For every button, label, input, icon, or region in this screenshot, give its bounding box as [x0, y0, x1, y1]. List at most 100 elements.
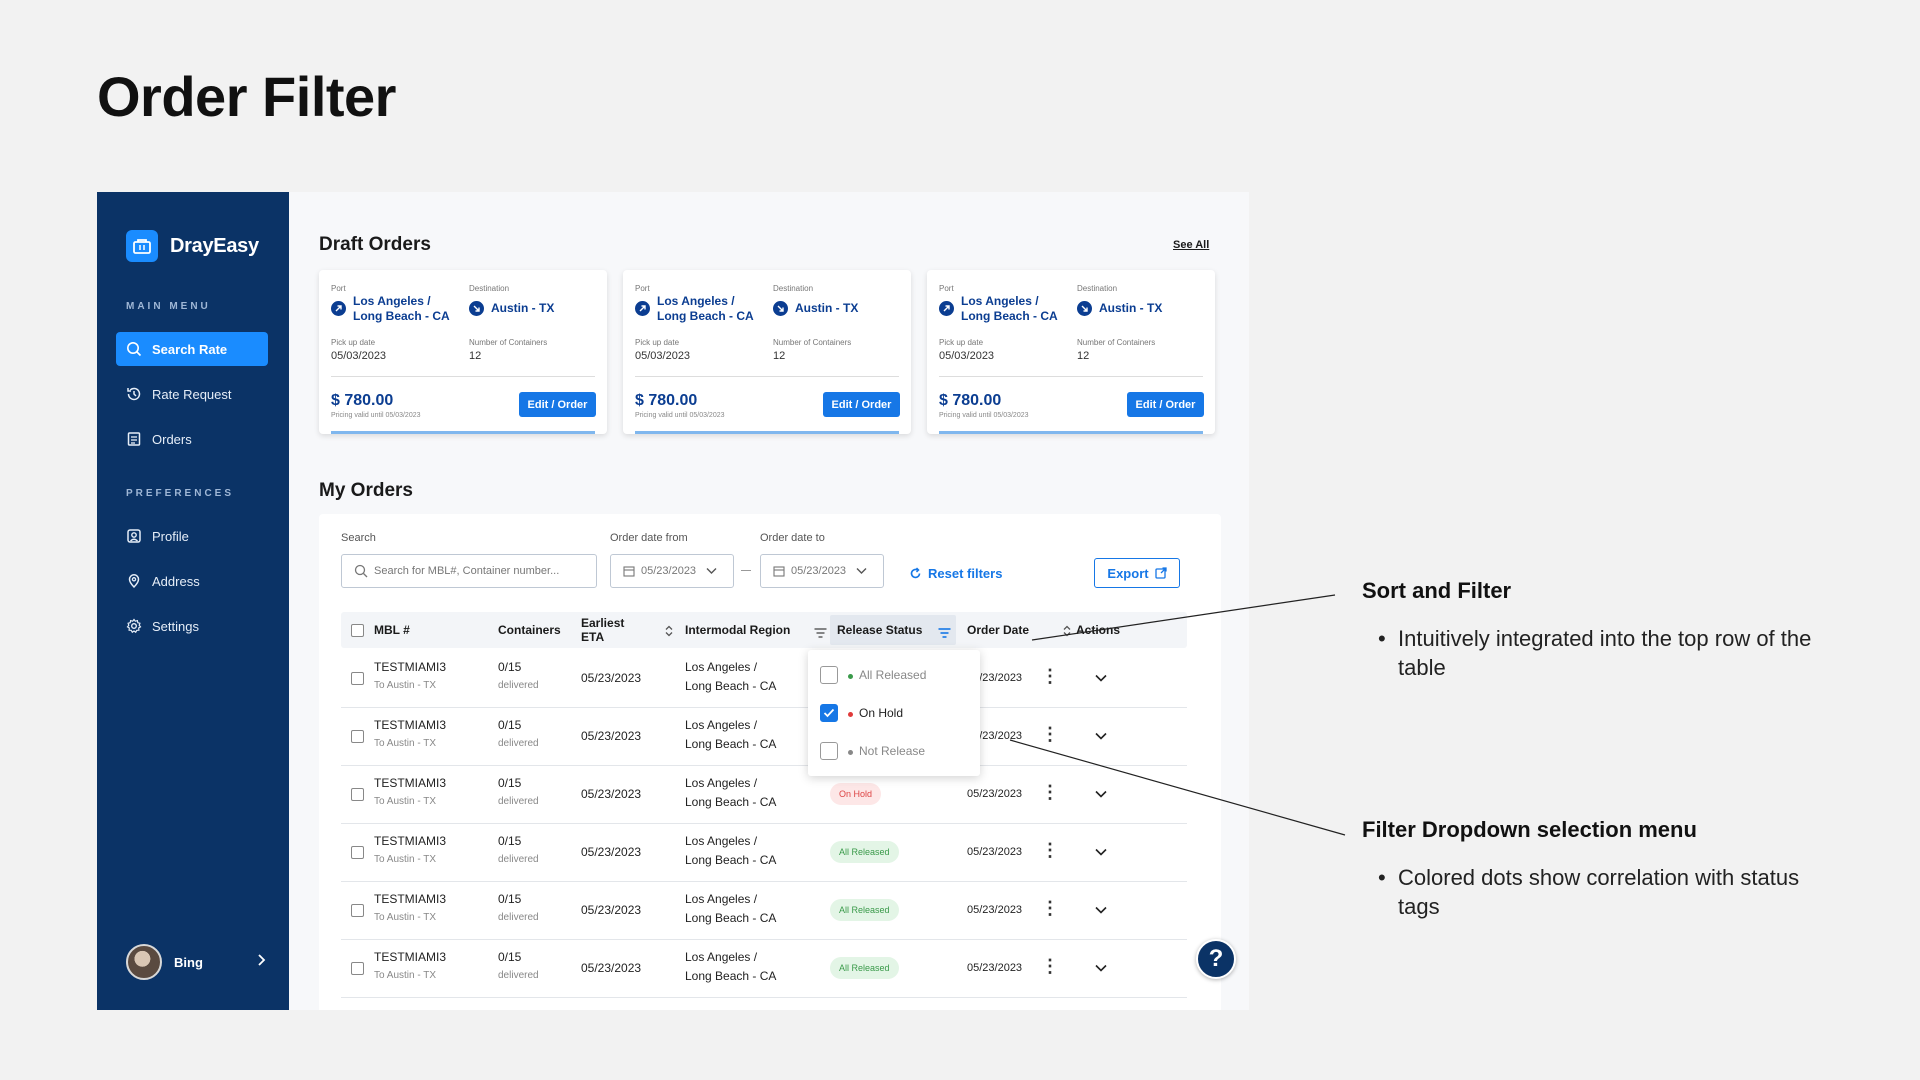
region-line2: Long Beach - CA: [685, 911, 777, 925]
port-label: Port: [939, 284, 954, 293]
arrow-down-right-icon: [469, 301, 484, 316]
destination-label: Destination: [469, 284, 510, 293]
select-all-checkbox[interactable]: [351, 612, 364, 648]
chevron-down-icon[interactable]: [1095, 727, 1107, 745]
row-checkbox[interactable]: [351, 962, 364, 975]
chevron-down-icon: [706, 567, 717, 575]
date-to-field[interactable]: 05/23/2023: [760, 554, 884, 588]
more-vertical-icon[interactable]: ⋮: [1041, 956, 1059, 977]
slide-title: Order Filter: [97, 65, 396, 128]
row-checkbox[interactable]: [351, 904, 364, 917]
table-row[interactable]: TESTMIAMI3 To Austin - TX 0/15 delivered 05/…: [341, 882, 1187, 940]
checkbox-checked[interactable]: [820, 704, 838, 722]
region-line1: Los Angeles /: [685, 718, 758, 732]
column-earliest-eta[interactable]: Earliest ETA: [581, 612, 641, 648]
sidebar-item-address[interactable]: Address: [116, 564, 268, 598]
export-button[interactable]: Export: [1094, 558, 1180, 588]
sidebar-item-rate-request[interactable]: Rate Request: [116, 377, 268, 411]
pickup-value: 05/03/2023: [939, 350, 995, 362]
row-checkbox[interactable]: [351, 672, 364, 685]
reset-filters-button[interactable]: Reset filters: [909, 566, 1002, 581]
arrow-up-right-icon: [331, 301, 346, 316]
delivered-text: delivered: [498, 680, 539, 691]
sidebar-item-search-rate[interactable]: Search Rate: [116, 332, 268, 366]
chevron-right-icon[interactable]: [256, 953, 266, 971]
status-badge: On Hold: [830, 783, 882, 805]
more-vertical-icon[interactable]: ⋮: [1041, 666, 1059, 687]
table-row[interactable]: TESTMIAMI3 To Austin - TX 0/15 delivered 05/…: [341, 940, 1187, 998]
filter-option-on-hold[interactable]: On Hold: [820, 704, 903, 722]
earliest-eta: 05/23/2023: [581, 787, 642, 801]
containers-count: 0/15: [498, 660, 522, 674]
option-text: On Hold: [859, 706, 904, 720]
table-row[interactable]: TESTMIAMI3 To Austin - TX 0/15 delivered 05/…: [341, 650, 1187, 708]
containers-label: Number of Containers: [1077, 338, 1156, 347]
order-date: 05/23/2023: [967, 788, 1023, 800]
sidebar-item-settings[interactable]: Settings: [116, 609, 268, 643]
annotation-title-sort-filter: Sort and Filter: [1362, 578, 1512, 603]
edit-order-button[interactable]: Edit / Order: [823, 392, 900, 417]
filter-option-all-released[interactable]: All Released: [820, 666, 926, 684]
chevron-down-icon[interactable]: [1095, 669, 1107, 687]
see-all-link[interactable]: See All: [1173, 239, 1209, 251]
region-line1: Los Angeles /: [685, 660, 758, 674]
destination-text: To Austin - TX: [374, 854, 437, 865]
more-vertical-icon[interactable]: ⋮: [1041, 724, 1059, 745]
chevron-down-icon[interactable]: [1095, 959, 1107, 977]
more-vertical-icon[interactable]: ⋮: [1041, 840, 1059, 861]
user-name: Bing: [174, 954, 203, 970]
annotation-bullet: Colored dots show correlation with statu…: [1378, 863, 1838, 921]
table-row[interactable]: TESTMIAMI3 To Austin - TX 0/15 delivered 05/…: [341, 824, 1187, 882]
port-label: Port: [331, 284, 346, 293]
date-to-label: Order date to: [760, 532, 825, 544]
history-icon: [126, 386, 142, 402]
option-label: Not Release: [848, 744, 925, 758]
date-to-value: 05/23/2023: [791, 565, 847, 577]
edit-order-button[interactable]: Edit / Order: [1127, 392, 1204, 417]
more-vertical-icon[interactable]: ⋮: [1041, 898, 1059, 919]
sidebar-item-label: Rate Request: [152, 386, 232, 402]
containers-count: 0/15: [498, 718, 522, 732]
port-line1: Los Angeles /: [353, 294, 431, 308]
price: $ 780.00: [331, 392, 394, 409]
date-from-field[interactable]: 05/23/2023: [610, 554, 734, 588]
containers-value: 12: [1077, 350, 1090, 362]
sidebar-item-profile[interactable]: Profile: [116, 519, 268, 553]
port-line2: Long Beach - CA: [657, 309, 754, 323]
status-dot: [848, 712, 853, 717]
logo[interactable]: DrayEasy: [126, 230, 259, 262]
checkbox[interactable]: [820, 666, 838, 684]
region-line2: Long Beach - CA: [685, 737, 777, 751]
sidebar-item-orders[interactable]: Orders: [116, 422, 268, 456]
filter-icon[interactable]: [814, 625, 827, 643]
column-release-status: Release Status: [837, 623, 923, 637]
sort-icon[interactable]: [665, 624, 673, 642]
port-line1: Los Angeles /: [961, 294, 1039, 308]
search-input[interactable]: Search for MBL#, Container number...: [341, 554, 597, 588]
destination-text: To Austin - TX: [374, 912, 437, 923]
earliest-eta: 05/23/2023: [581, 961, 642, 975]
row-checkbox[interactable]: [351, 730, 364, 743]
more-vertical-icon[interactable]: ⋮: [1041, 782, 1059, 803]
containers-count: 0/15: [498, 834, 522, 848]
pickup-label: Pick up date: [635, 338, 680, 347]
chevron-down-icon[interactable]: [1095, 785, 1107, 803]
filter-option-not-release[interactable]: Not Release: [820, 742, 925, 760]
profile-icon: [126, 528, 142, 544]
sort-icon[interactable]: [1063, 624, 1071, 642]
chevron-down-icon[interactable]: [1095, 901, 1107, 919]
row-checkbox[interactable]: [351, 846, 364, 859]
port-line2: Long Beach - CA: [353, 309, 450, 323]
user-profile[interactable]: Bing: [126, 944, 266, 980]
table-row[interactable]: TESTMIAMI3 To Austin - TX 0/15 delivered 05/…: [341, 766, 1187, 824]
chevron-down-icon[interactable]: [1095, 843, 1107, 861]
filter-active-icon[interactable]: [938, 625, 951, 643]
checkbox[interactable]: [820, 742, 838, 760]
help-button[interactable]: ?: [1196, 939, 1236, 979]
table-row[interactable]: TESTMIAMI3 To Austin - TX 0/15 delivered 05/…: [341, 708, 1187, 766]
mbl-number: TESTMIAMI3: [374, 718, 447, 732]
row-checkbox[interactable]: [351, 788, 364, 801]
edit-order-button[interactable]: Edit / Order: [519, 392, 596, 417]
destination-label: Destination: [1077, 284, 1118, 293]
checkbox[interactable]: [351, 623, 364, 637]
